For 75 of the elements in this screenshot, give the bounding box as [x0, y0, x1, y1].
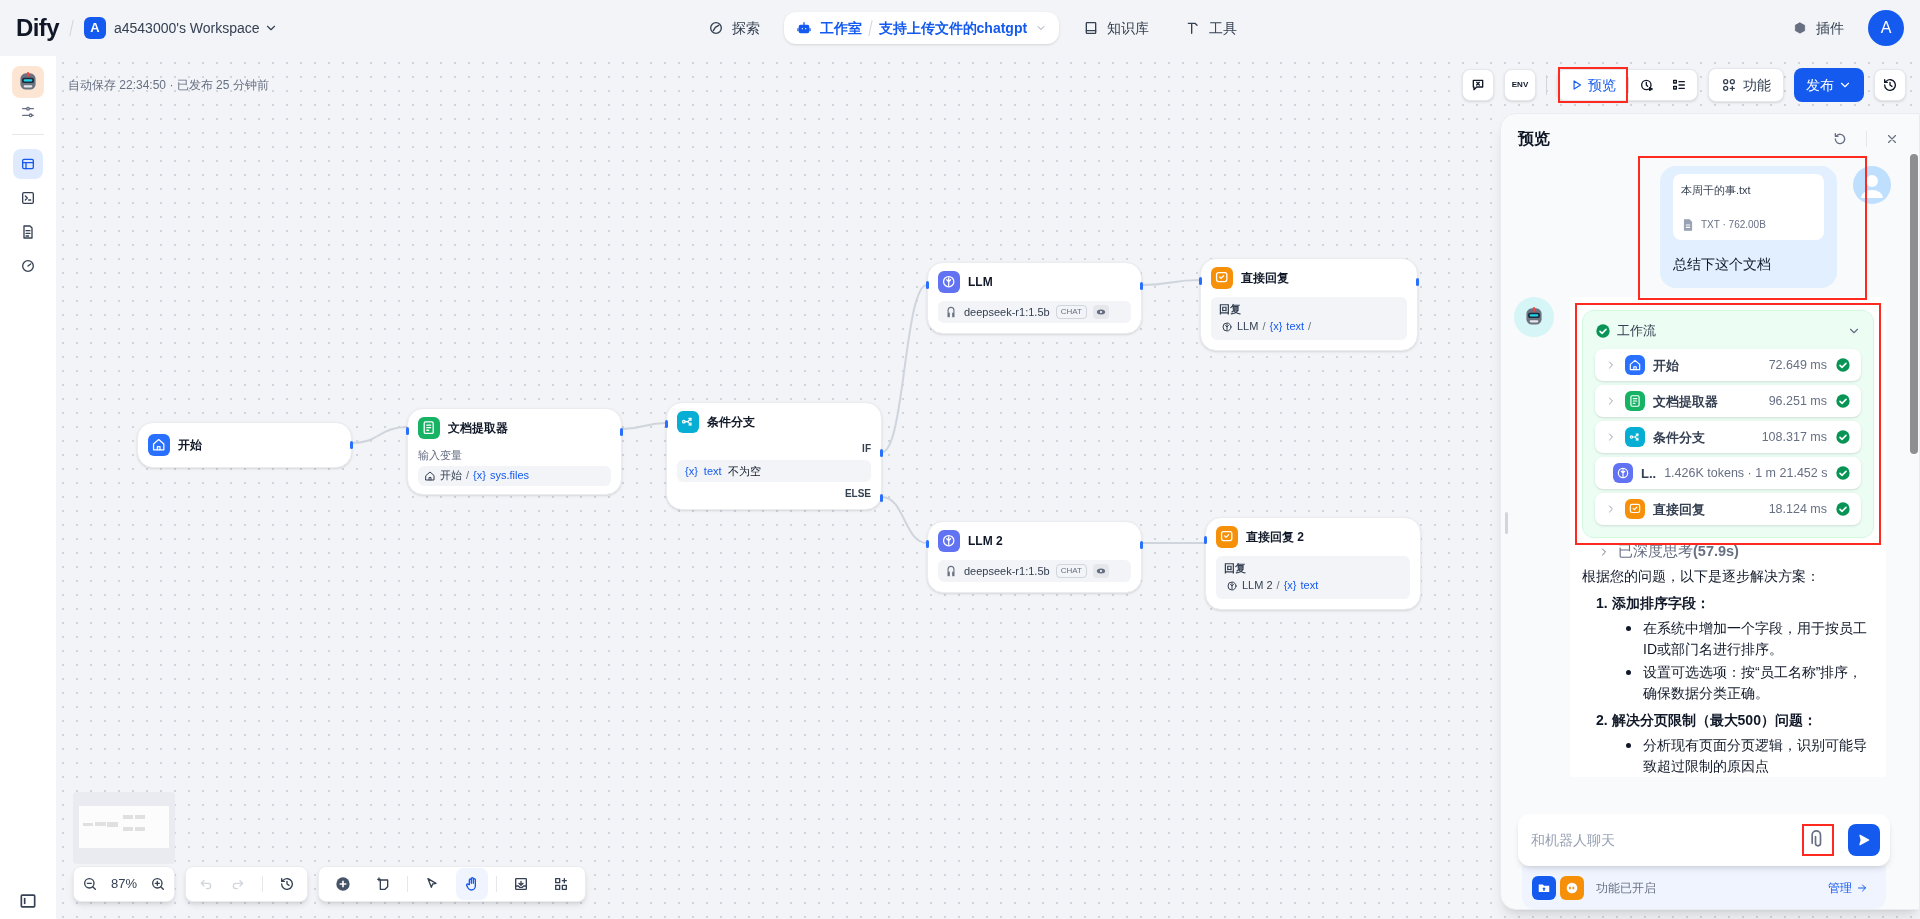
workflow-node[interactable]: 开始 [137, 422, 352, 468]
workflow-step[interactable]: 文档提取器 96.251 ms [1595, 385, 1861, 417]
nav-tab[interactable]: 探索 [695, 12, 772, 44]
autosave-status: 自动保存 22:34:50 · 已发布 25 分钟前 [68, 77, 269, 94]
step-name: 直接回复 [1653, 500, 1705, 519]
mode-badge: CHAT [1055, 564, 1087, 578]
env-button[interactable]: ENV [1504, 69, 1536, 101]
node-title: 开始 [178, 437, 202, 454]
branch-label: IF [861, 442, 871, 456]
workflow-node[interactable]: 条件分支 IF {x} text 不为空 ELSE [666, 402, 882, 510]
variable-reference: LLM / {x} text / [1219, 317, 1399, 336]
workspace-badge: A [83, 17, 106, 39]
workflow-step[interactable]: L.. 1.426K tokens · 1 m 21.452 s [1595, 457, 1861, 489]
answer-heading: 2. 解决分页限制（最大500）问题： [1596, 711, 1818, 730]
model-selector[interactable]: deepseek-r1:1.5b CHAT [938, 301, 1131, 323]
features-button[interactable]: 功能 [1708, 68, 1784, 102]
workflow-node[interactable]: 直接回复 2 回复 LLM 2 / {x} text [1205, 517, 1421, 610]
variable-reference: LLM 2 / {x} text [1224, 576, 1402, 595]
answer-text: 在系统中增加一个字段，用于按员工ID或部门名进行排序。 [1643, 619, 1868, 659]
workflow-node[interactable]: LLM deepseek-r1:1.5b CHAT [927, 262, 1142, 334]
node-title: 条件分支 [707, 414, 755, 431]
step-name: 文档提取器 [1653, 392, 1718, 411]
app-name[interactable]: 支持上传文件的chatgpt [878, 17, 1028, 39]
panel-title: 预览 [1518, 129, 1550, 149]
features-label: 功能已开启 [1596, 879, 1656, 897]
condition-row: {x} text 不为空 [677, 460, 871, 482]
workspace-selector[interactable]: A a4543000's Workspace [83, 17, 278, 39]
step-duration: 1.426K tokens · 1 m 21.452 s [1664, 464, 1828, 482]
node-title: 直接回复 [1241, 270, 1289, 287]
message-field[interactable]: 和机器人聊天 [1531, 829, 1808, 851]
workflow-node[interactable]: 直接回复 回复 LLM / {x} text / [1200, 258, 1418, 351]
model-selector[interactable]: deepseek-r1:1.5b CHAT [938, 560, 1131, 582]
nav-tab[interactable]: 工具 [1173, 12, 1250, 44]
variable-reference: 开始 / {x} sys.files [418, 465, 611, 486]
answer-text: 设置可选选项：按“员工名称”排序，确保数据分类正确。 [1643, 663, 1864, 703]
workspace-name: a4543000's Workspace [113, 18, 260, 38]
node-title: 文档提取器 [448, 420, 508, 437]
workflow-step[interactable]: 直接回复 18.124 ms [1595, 493, 1861, 525]
user-avatar[interactable]: A [1868, 10, 1904, 46]
message-text: 总结下这个文档 [1673, 255, 1772, 274]
node-title: 直接回复 2 [1246, 529, 1304, 546]
workflow-node[interactable]: 文档提取器 输入变量 开始 / {x} sys.files [407, 408, 622, 495]
step-duration: 96.251 ms [1768, 392, 1827, 410]
workflow-node[interactable]: LLM 2 deepseek-r1:1.5b CHAT [927, 521, 1142, 593]
field-label: 输入变量 [418, 448, 463, 463]
answer-heading: 1. 添加排序字段： [1596, 594, 1711, 613]
manage-link[interactable]: 管理 [1828, 878, 1868, 897]
answer-text: 分析现有页面分页逻辑，识别可能导致超过限制的原因点 [1643, 736, 1868, 776]
step-duration: 108.317 ms [1761, 428, 1827, 446]
field-label: 回复 [1219, 302, 1242, 317]
step-duration: 72.649 ms [1768, 356, 1827, 374]
chat-input[interactable]: 和机器人聊天 [1518, 814, 1890, 866]
plugins-button[interactable]: 插件 [1792, 17, 1844, 39]
file-meta: TXT · 762.00B [1701, 218, 1766, 232]
logo[interactable]: Dify [16, 10, 59, 46]
field-label: 回复 [1224, 561, 1247, 576]
workflow-step[interactable]: 条件分支 108.317 ms [1595, 421, 1861, 453]
zoom-level[interactable]: 87% [111, 874, 137, 894]
workflow-header[interactable]: 工作流 [1595, 319, 1861, 343]
step-name: L.. [1641, 464, 1657, 483]
step-name: 开始 [1653, 356, 1679, 375]
file-name: 本周干的事.txt [1681, 183, 1752, 198]
node-title: LLM 2 [968, 533, 1003, 550]
file-card[interactable]: 本周干的事.txt TXT · 762.00B [1673, 174, 1824, 240]
branch-label: ELSE [843, 487, 871, 501]
workflow-title: 工作流 [1617, 322, 1656, 340]
nav-tab[interactable]: 工作室 支持上传文件的chatgpt [783, 12, 1060, 44]
mode-badge: CHAT [1055, 305, 1087, 319]
workflow-step[interactable]: 开始 72.649 ms [1595, 349, 1861, 381]
node-title: LLM [968, 274, 993, 291]
nav-tab[interactable]: 知识库 [1071, 12, 1162, 44]
answer-text: 根据您的问题，以下是逐步解决方案： [1582, 567, 1821, 586]
step-name: 条件分支 [1653, 428, 1705, 447]
publish-button[interactable]: 发布 [1794, 68, 1864, 102]
step-duration: 18.124 ms [1768, 500, 1827, 518]
